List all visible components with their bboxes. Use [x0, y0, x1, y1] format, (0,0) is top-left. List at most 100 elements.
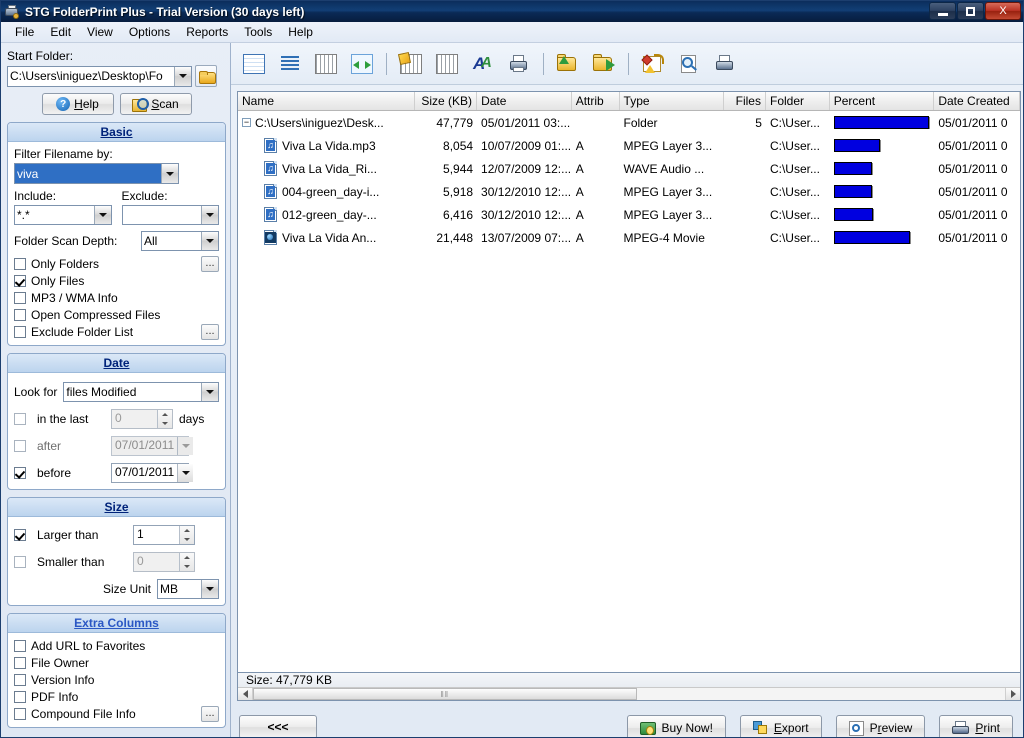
- menu-view[interactable]: View: [79, 23, 121, 41]
- table-row[interactable]: Viva La Vida An... 21,448 13/07/2009 07:..…: [238, 226, 1020, 249]
- size-unit-dropdown-arrow[interactable]: [201, 580, 218, 598]
- in-the-last-down[interactable]: [158, 419, 172, 428]
- reset-filter-button[interactable]: [638, 49, 668, 79]
- file-list-view[interactable]: Name Size (KB) Date Attrib Type Files Folder Pe…: [237, 91, 1021, 673]
- folder-scan-depth-combo[interactable]: [141, 231, 219, 251]
- folder-scan-depth-dropdown-arrow[interactable]: [201, 232, 218, 250]
- exclude-folder-list-options-button[interactable]: ...: [201, 324, 219, 340]
- menu-reports[interactable]: Reports: [178, 23, 236, 41]
- preview-toolbar-button[interactable]: [674, 49, 704, 79]
- exclude-folder-list-checkbox[interactable]: [14, 326, 26, 338]
- exclude-input[interactable]: [122, 206, 201, 224]
- after-checkbox[interactable]: [14, 440, 26, 452]
- version-info-checkbox[interactable]: [14, 674, 26, 686]
- column-header-name[interactable]: Name: [238, 92, 416, 110]
- checkbox-mp3-wma-info[interactable]: MP3 / WMA Info: [14, 291, 219, 305]
- column-header-created[interactable]: Date Created: [934, 92, 1021, 110]
- column-header-type[interactable]: Type: [620, 92, 725, 110]
- checkbox-file-owner[interactable]: File Owner: [14, 656, 219, 670]
- folder-scan-depth-input[interactable]: [142, 232, 201, 250]
- print-button[interactable]: Print: [939, 715, 1013, 737]
- only-folders-checkbox[interactable]: [14, 258, 26, 270]
- scroll-left-button[interactable]: [238, 688, 253, 700]
- exclude-dropdown-arrow[interactable]: [201, 206, 218, 224]
- after-date-dropdown-arrow[interactable]: [177, 437, 194, 455]
- horizontal-scrollbar[interactable]: ‖‖: [238, 687, 1020, 700]
- autofit-columns-button[interactable]: [347, 49, 377, 79]
- table-row[interactable]: − C:\Users\iniguez\Desk... 47,779 05/01/201…: [238, 111, 1020, 134]
- start-folder-combo[interactable]: [7, 65, 192, 87]
- in-the-last-spinner[interactable]: 0: [111, 409, 173, 429]
- start-folder-input[interactable]: [8, 66, 174, 86]
- grid-report-button[interactable]: [311, 49, 341, 79]
- before-date-picker[interactable]: 07/01/2011: [111, 463, 194, 483]
- only-files-checkbox[interactable]: [14, 275, 26, 287]
- open-profile-button[interactable]: [553, 49, 583, 79]
- filter-filename-input[interactable]: [15, 164, 161, 183]
- help-button[interactable]: ? Help: [41, 93, 114, 115]
- scroll-thumb[interactable]: ‖‖: [253, 688, 637, 700]
- minimize-button[interactable]: [929, 2, 956, 20]
- table-row[interactable]: ♫ Viva La Vida.mp3 8,054 10/07/2009 01:... A…: [238, 134, 1020, 157]
- smaller-than-up[interactable]: [180, 553, 194, 562]
- size-unit-input[interactable]: [158, 580, 201, 598]
- exclude-combo[interactable]: [121, 205, 219, 225]
- font-button[interactable]: AA: [468, 49, 498, 79]
- larger-than-down[interactable]: [180, 535, 194, 544]
- file-list-body[interactable]: − C:\Users\iniguez\Desk... 47,779 05/01/201…: [238, 111, 1020, 672]
- column-layout-button[interactable]: [432, 49, 462, 79]
- before-date-dropdown-arrow[interactable]: [177, 464, 194, 482]
- column-header-date[interactable]: Date: [477, 92, 572, 110]
- file-owner-checkbox[interactable]: [14, 657, 26, 669]
- look-for-input[interactable]: [64, 383, 201, 401]
- checkbox-only-folders[interactable]: Only Folders ...: [14, 256, 219, 272]
- export-button[interactable]: Export: [739, 715, 822, 737]
- add-url-to-favorites-checkbox[interactable]: [14, 640, 26, 652]
- scroll-right-button[interactable]: [1005, 688, 1020, 700]
- size-unit-combo[interactable]: [157, 579, 219, 599]
- in-the-last-up[interactable]: [158, 410, 172, 419]
- smaller-than-down[interactable]: [180, 562, 194, 571]
- table-row[interactable]: ♫ Viva La Vida_Ri... 5,944 12/07/2009 12:..…: [238, 157, 1020, 180]
- menu-edit[interactable]: Edit: [42, 23, 79, 41]
- column-header-files[interactable]: Files: [724, 92, 766, 110]
- tree-report-button[interactable]: [275, 49, 305, 79]
- before-checkbox[interactable]: [14, 467, 26, 479]
- larger-than-checkbox[interactable]: [14, 529, 26, 541]
- column-header-attrib[interactable]: Attrib: [572, 92, 620, 110]
- column-header-size[interactable]: Size (KB): [415, 92, 478, 110]
- checkbox-version-info[interactable]: Version Info: [14, 673, 219, 687]
- column-header-percent[interactable]: Percent: [830, 92, 935, 110]
- include-input[interactable]: [15, 206, 94, 224]
- look-for-dropdown-arrow[interactable]: [201, 383, 218, 401]
- tree-expander-icon[interactable]: −: [242, 118, 251, 127]
- after-date-picker[interactable]: 07/01/2011: [111, 436, 194, 456]
- edit-grid-button[interactable]: [396, 49, 426, 79]
- checkbox-compound-file-info[interactable]: Compound File Info ...: [14, 706, 219, 722]
- menu-help[interactable]: Help: [280, 23, 321, 41]
- in-the-last-checkbox[interactable]: [14, 413, 26, 425]
- checkbox-open-compressed-files[interactable]: Open Compressed Files: [14, 308, 219, 322]
- back-button[interactable]: <<<: [239, 715, 317, 737]
- menu-tools[interactable]: Tools: [236, 23, 280, 41]
- compound-file-info-options-button[interactable]: ...: [201, 706, 219, 722]
- open-compressed-files-checkbox[interactable]: [14, 309, 26, 321]
- checkbox-add-url-to-favorites[interactable]: Add URL to Favorites: [14, 639, 219, 653]
- scan-button[interactable]: Scan: [119, 93, 192, 115]
- smaller-than-spinner[interactable]: 0: [133, 552, 195, 572]
- larger-than-spinner[interactable]: 1: [133, 525, 195, 545]
- save-profile-button[interactable]: [589, 49, 619, 79]
- table-row[interactable]: ♫ 004-green_day-i... 5,918 30/12/2010 12:..…: [238, 180, 1020, 203]
- list-report-button[interactable]: [239, 49, 269, 79]
- column-header-folder[interactable]: Folder: [766, 92, 830, 110]
- maximize-button[interactable]: [957, 2, 984, 20]
- menu-file[interactable]: File: [7, 23, 42, 41]
- start-folder-dropdown-arrow[interactable]: [174, 66, 191, 86]
- menu-options[interactable]: Options: [121, 23, 178, 41]
- compound-file-info-checkbox[interactable]: [14, 708, 26, 720]
- include-dropdown-arrow[interactable]: [93, 206, 111, 224]
- browse-folder-button[interactable]: [195, 65, 217, 87]
- smaller-than-checkbox[interactable]: [14, 556, 26, 568]
- checkbox-pdf-info[interactable]: PDF Info: [14, 690, 219, 704]
- close-button[interactable]: X: [985, 2, 1021, 20]
